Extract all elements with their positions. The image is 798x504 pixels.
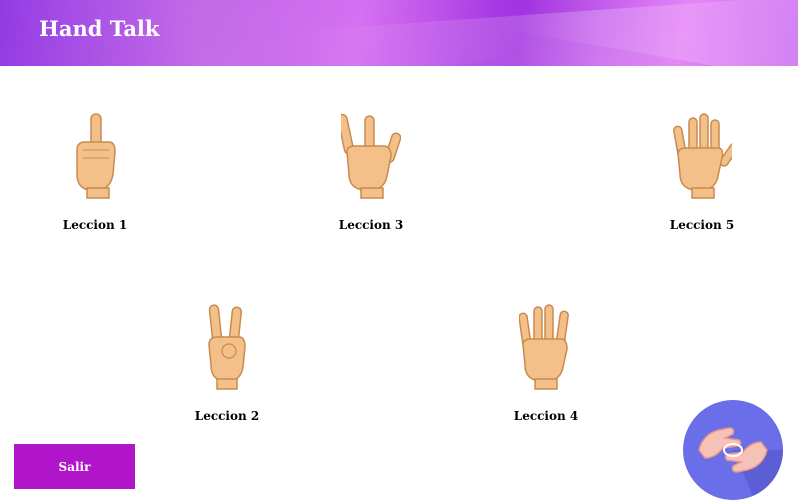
header-banner: Hand Talk <box>0 0 798 66</box>
lesson-2[interactable]: Leccion 2 <box>157 303 297 423</box>
lesson-2-label: Leccion 2 <box>194 409 260 423</box>
exit-button[interactable]: Salir <box>14 444 135 489</box>
lesson-5-label: Leccion 5 <box>669 218 735 232</box>
lesson-4[interactable]: Leccion 4 <box>476 303 616 423</box>
one-finger-hand-icon <box>76 113 116 199</box>
lesson-4-label: Leccion 4 <box>513 409 579 423</box>
three-fingers-hand-icon <box>341 113 401 199</box>
lesson-1[interactable]: Leccion 1 <box>25 112 165 232</box>
lesson-5[interactable]: Leccion 5 <box>632 112 772 232</box>
four-fingers-hand-icon <box>519 304 569 390</box>
lesson-3-label: Leccion 3 <box>338 218 404 232</box>
five-fingers-hand-icon <box>673 113 732 199</box>
two-fingers-hand-icon <box>208 304 246 390</box>
app-title: Hand Talk <box>39 16 160 41</box>
hand-talk-logo-icon <box>683 400 783 500</box>
lesson-1-label: Leccion 1 <box>62 218 128 232</box>
lesson-3[interactable]: Leccion 3 <box>301 112 441 232</box>
